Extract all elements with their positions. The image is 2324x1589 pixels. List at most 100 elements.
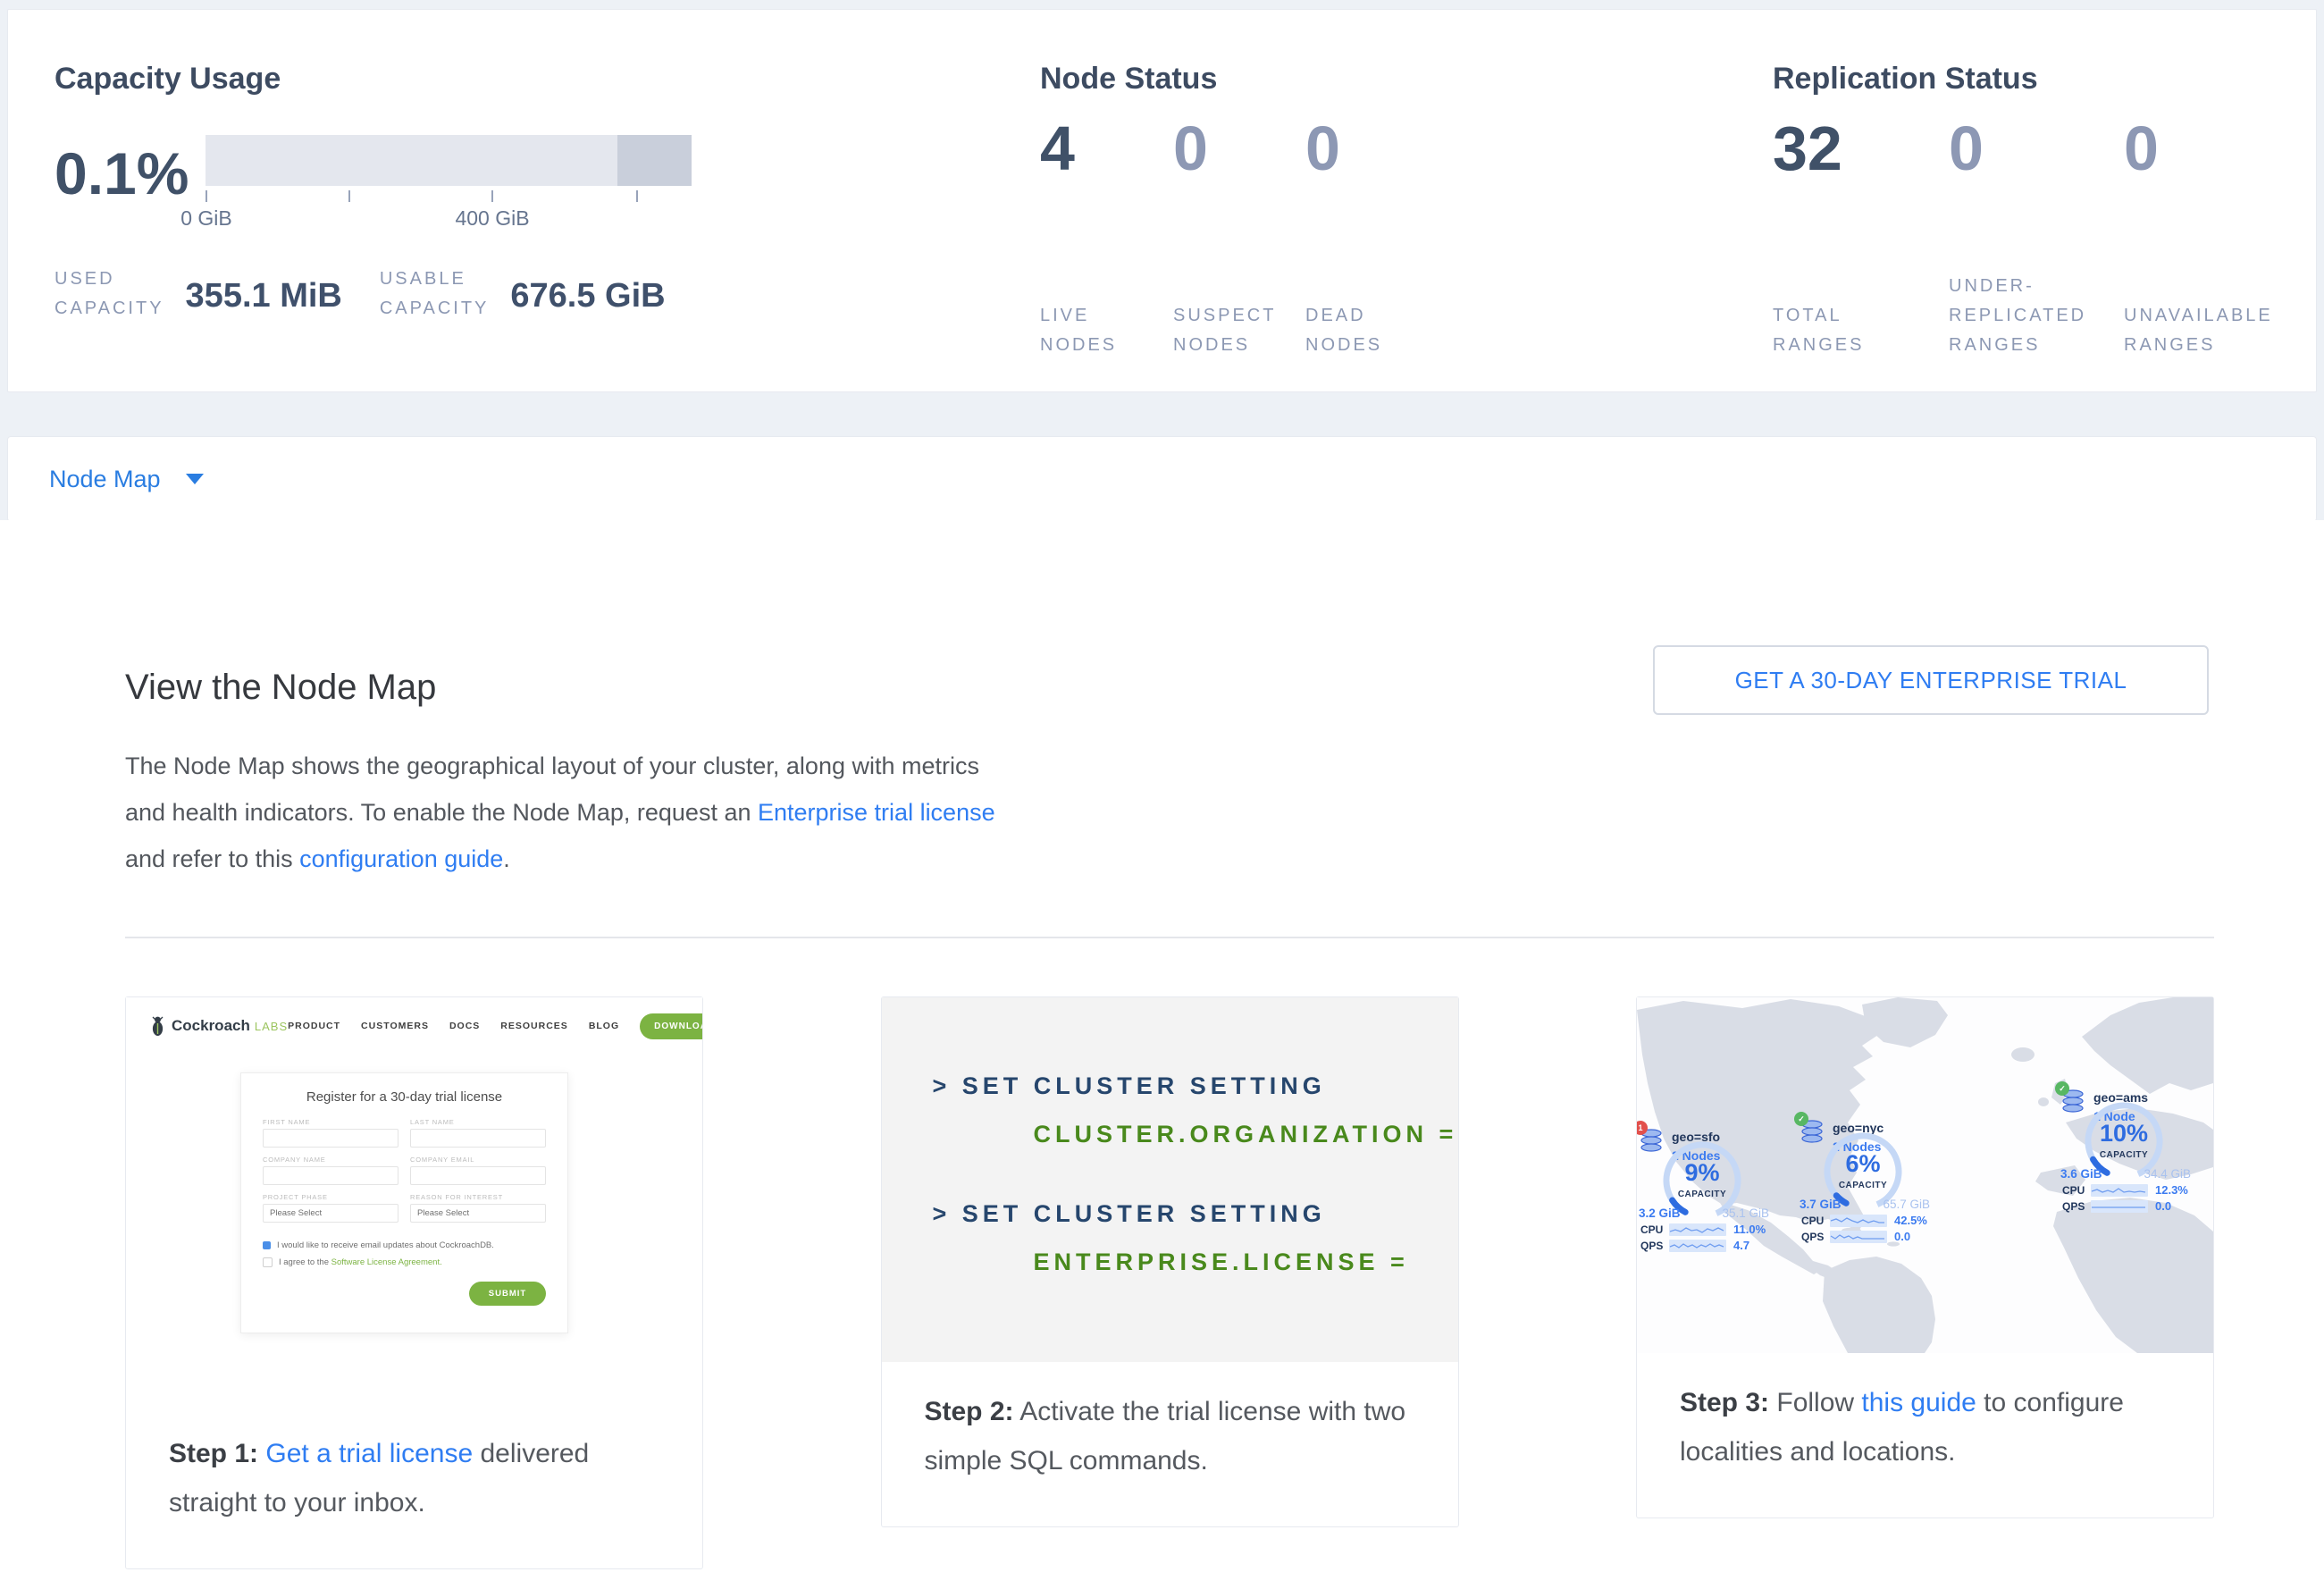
submit-row: SUBMIT — [263, 1282, 546, 1306]
company-name-field: COMPANY NAME — [263, 1156, 399, 1185]
company-email-field: COMPANY EMAIL — [410, 1156, 546, 1185]
sql-commands-screenshot: > SET CLUSTER SETTING CLUSTER.ORGANIZATI… — [882, 997, 1458, 1362]
capacity-label: CAPACITY — [2082, 1150, 2166, 1160]
get-trial-license-link[interactable]: Get a trial license — [265, 1439, 473, 1468]
healthy-badge: ✓ — [2055, 1081, 2069, 1096]
capacity-range: 3.2 GiB 35.1 GiB — [1639, 1206, 1769, 1220]
capacity-stats: USED CAPACITY 355.1 MiB USABLE CAPACITY … — [55, 265, 666, 324]
first-name-field: FIRST NAME — [263, 1118, 399, 1148]
logo-text: Cockroach — [172, 1017, 250, 1035]
qps-sparkline — [1830, 1231, 1887, 1243]
total-ranges-label: TOTAL RANGES — [1773, 301, 1949, 360]
cluster-overview-page: Capacity Usage 0.1% 0 GiB 400 GiB USED C… — [0, 0, 2324, 1589]
total-ranges-value: 32 — [1773, 117, 1949, 180]
qps-row: QPS 0.0 — [2062, 1199, 2171, 1213]
enterprise-trial-button[interactable]: GET A 30-DAY ENTERPRISE TRIAL — [1653, 645, 2209, 715]
step2-label: Step 2: — [925, 1397, 1014, 1426]
dead-nodes-label: DEAD NODES — [1305, 301, 1382, 360]
software-license-agreement-link: Software License Agreement. — [331, 1257, 442, 1267]
capacity-range: 3.6 GiB 34.4 GiB — [2060, 1167, 2191, 1181]
page-title: View the Node Map — [125, 668, 436, 708]
enterprise-trial-license-link[interactable]: Enterprise trial license — [758, 799, 995, 826]
nav-item-resources: RESOURCES — [500, 1021, 568, 1031]
capacity-tick — [348, 190, 350, 202]
capacity-range: 3.7 GiB 65.7 GiB — [1800, 1198, 1930, 1211]
qps-row: QPS 4.7 — [1640, 1239, 1749, 1252]
sql-line-2: CLUSTER.ORGANIZATION = — [933, 1121, 1458, 1148]
nav-item-blog: BLOG — [589, 1021, 619, 1031]
node-status-section: Node Status 4 0 0 LIVE NODES SUSPECT NOD… — [1040, 10, 1612, 391]
capacity-usage-section: Capacity Usage 0.1% 0 GiB 400 GiB USED C… — [55, 10, 716, 391]
submit-button-image: SUBMIT — [469, 1282, 546, 1306]
under-replicated-value: 0 — [1949, 117, 2124, 180]
step1-caption: Step 1: Get a trial license delivered st… — [126, 1404, 702, 1568]
node-status-labels: LIVE NODES SUSPECT NODES DEAD NODES — [1040, 271, 1382, 360]
replication-labels: TOTAL RANGES UNDER- REPLICATED RANGES UN… — [1773, 271, 2273, 360]
capacity-tick — [491, 190, 493, 202]
chevron-down-icon — [186, 474, 204, 484]
used-gib: 3.2 GiB — [1639, 1206, 1681, 1220]
last-name-field: LAST NAME — [410, 1118, 546, 1148]
registration-site-screenshot: Cockroach LABS PRODUCT CUSTOMERS DOCS RE… — [126, 997, 702, 1404]
replication-values: 32 0 0 — [1773, 117, 2159, 180]
capacity-tick-label-0: 0 GiB — [135, 206, 278, 231]
replication-status-title: Replication Status — [1773, 62, 2038, 97]
project-phase-field: PROJECT PHASE Please Select — [263, 1193, 399, 1223]
qps-row: QPS 0.0 — [1801, 1230, 1910, 1243]
usable-capacity-value: 676.5 GiB — [510, 277, 665, 324]
intro-text: . — [503, 845, 510, 872]
cpu-sparkline — [1830, 1215, 1887, 1227]
overview-background: Capacity Usage 0.1% 0 GiB 400 GiB USED C… — [0, 0, 2324, 520]
total-gib: 34.4 GiB — [2144, 1167, 2191, 1181]
used-gib: 3.7 GiB — [1800, 1198, 1842, 1211]
dead-nodes-value: 0 — [1305, 117, 1340, 180]
sql-line-1: > SET CLUSTER SETTING — [933, 1072, 1458, 1100]
step3-text: Follow — [1769, 1388, 1861, 1417]
nav-item-product: PRODUCT — [288, 1021, 340, 1031]
step1-card: Cockroach LABS PRODUCT CUSTOMERS DOCS RE… — [125, 996, 703, 1569]
this-guide-link[interactable]: this guide — [1861, 1388, 1976, 1417]
sql-line-3: > SET CLUSTER SETTING — [933, 1200, 1458, 1228]
capacity-percent: 0.1% — [55, 144, 189, 203]
qps-sparkline — [2091, 1200, 2148, 1213]
form-title: Register for a 30-day trial license — [263, 1089, 546, 1105]
unavailable-ranges-label: UNAVAILABLE RANGES — [2124, 301, 2273, 360]
capacity-label: CAPACITY — [1821, 1181, 1905, 1190]
configuration-guide-link[interactable]: configuration guide — [299, 845, 503, 872]
qps-value: 4.7 — [1733, 1239, 1749, 1252]
steps-cards: Cockroach LABS PRODUCT CUSTOMERS DOCS RE… — [125, 996, 2214, 1569]
capacity-tick — [636, 190, 638, 202]
capacity-bar — [206, 135, 692, 186]
capacity-label: CAPACITY — [1660, 1190, 1744, 1199]
cockroach-icon — [149, 1015, 166, 1037]
step3-caption: Step 3: Follow this guide to configure l… — [1637, 1353, 2213, 1518]
capacity-percent: 9% — [1660, 1159, 1744, 1187]
node-map-screenshot: 1 geo=sfo 2 Nodes 9 — [1637, 997, 2213, 1353]
step1-label: Step 1: — [169, 1439, 258, 1468]
code-gap — [933, 1148, 1458, 1200]
used-gib: 3.6 GiB — [2060, 1167, 2102, 1181]
node-map-dropdown[interactable]: Node Map — [7, 436, 2317, 522]
logo-suffix: LABS — [255, 1020, 288, 1033]
cockroach-labs-logo: Cockroach LABS — [149, 1015, 288, 1037]
replication-status-section: Replication Status 32 0 0 TOTAL RANGES U… — [1773, 10, 2309, 391]
nav-item-customers: CUSTOMERS — [361, 1021, 429, 1031]
intro-paragraph: The Node Map shows the geographical layo… — [125, 743, 996, 882]
cluster-summary-panel: Capacity Usage 0.1% 0 GiB 400 GiB USED C… — [7, 9, 2317, 392]
qps-sparkline — [1669, 1240, 1726, 1252]
qps-value: 0.0 — [2155, 1199, 2171, 1213]
healthy-badge: ✓ — [1794, 1112, 1808, 1126]
node-status-values: 4 0 0 — [1040, 117, 1340, 180]
live-nodes-value: 4 — [1040, 117, 1173, 180]
total-gib: 65.7 GiB — [1883, 1198, 1930, 1211]
qps-value: 0.0 — [1894, 1230, 1910, 1243]
node-map-content: View the Node Map The Node Map shows the… — [0, 520, 2324, 1589]
cpu-value: 11.0% — [1733, 1223, 1766, 1236]
capacity-percent: 10% — [2082, 1120, 2166, 1148]
cpu-value: 12.3% — [2155, 1183, 2188, 1197]
used-capacity-label: USED CAPACITY — [55, 265, 164, 324]
checkbox-checked-icon — [263, 1241, 271, 1249]
total-gib: 35.1 GiB — [1722, 1206, 1769, 1220]
checkbox-label: I would like to receive email updates ab… — [277, 1240, 494, 1250]
suspect-nodes-value: 0 — [1173, 117, 1305, 180]
